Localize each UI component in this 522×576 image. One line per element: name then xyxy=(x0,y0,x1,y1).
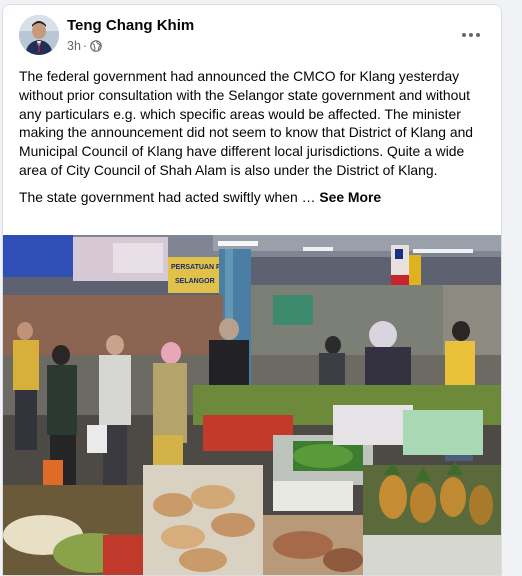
globe-icon[interactable] xyxy=(90,40,102,52)
post-body: The federal government had announced the… xyxy=(19,67,495,215)
post-card: Teng Chang Khim 3h · The federal governm… xyxy=(2,4,502,576)
author-name[interactable]: Teng Chang Khim xyxy=(67,17,194,34)
post-time[interactable]: 3h xyxy=(67,39,81,53)
post-paragraph-2: The state government had acted swiftly w… xyxy=(19,188,495,207)
see-more-link[interactable]: See More xyxy=(319,189,381,205)
post-header: Teng Chang Khim 3h · xyxy=(19,15,491,61)
post-paragraph-1: The federal government had announced the… xyxy=(19,68,474,178)
banner-text-sub: SELANGOR xyxy=(175,278,215,285)
post-meta: 3h · xyxy=(67,39,102,53)
author-avatar[interactable] xyxy=(19,15,59,55)
more-options-button[interactable] xyxy=(457,21,485,49)
meta-separator: · xyxy=(82,39,88,53)
more-horizontal-icon xyxy=(462,33,480,37)
post-paragraph-2-text: The state government had acted swiftly w… xyxy=(19,188,316,205)
post-photo[interactable]: PERSATUAN PEN SELANGOR xyxy=(3,235,501,575)
